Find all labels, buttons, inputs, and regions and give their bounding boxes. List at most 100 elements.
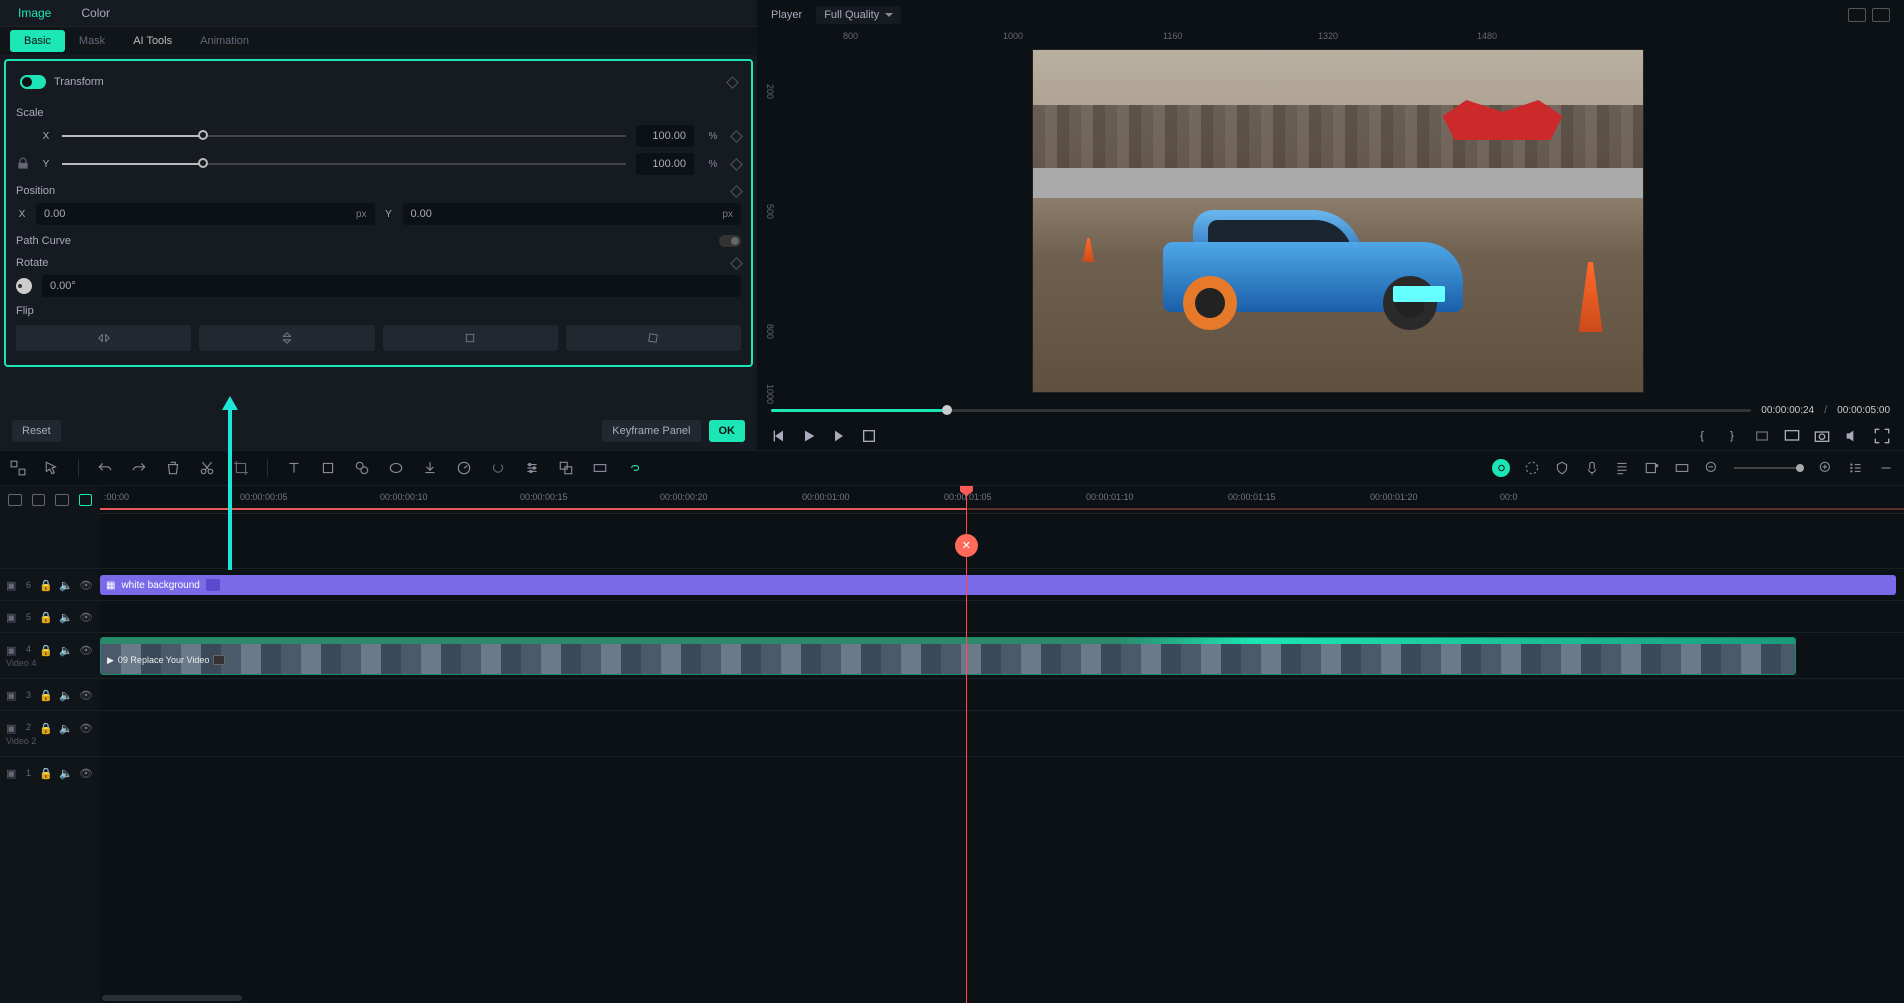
tl-head-btn-2[interactable]: [32, 494, 46, 506]
link-icon[interactable]: [354, 460, 370, 476]
scale-y-value[interactable]: 100.00: [636, 153, 694, 175]
position-keyframe-icon[interactable]: [730, 185, 743, 198]
track-head-5[interactable]: ▣5 🔒🔈👁: [0, 600, 100, 632]
list-icon[interactable]: [1848, 460, 1864, 476]
compare-view-icon[interactable]: [1848, 8, 1866, 22]
volume-icon[interactable]: [1844, 428, 1860, 444]
pathcurve-toggle[interactable]: [719, 235, 741, 247]
transform-toggle[interactable]: [20, 75, 46, 89]
speed-icon[interactable]: [456, 460, 472, 476]
play-button[interactable]: [801, 428, 817, 444]
quality-dropdown[interactable]: Full Quality: [816, 6, 901, 24]
eye-icon[interactable]: 👁: [79, 579, 91, 591]
scale-y-keyframe-icon[interactable]: [730, 158, 743, 171]
track-6[interactable]: ▦ white background: [100, 568, 1904, 600]
preview-canvas[interactable]: [777, 44, 1898, 398]
transform-keyframe-icon[interactable]: [726, 76, 739, 89]
rotate-input[interactable]: 0.00°: [42, 275, 741, 297]
reset-button[interactable]: Reset: [12, 420, 61, 442]
mic-icon[interactable]: [1584, 460, 1600, 476]
clip-white-background[interactable]: ▦ white background: [100, 575, 1896, 595]
select-tool-icon[interactable]: [10, 460, 26, 476]
marker-icon[interactable]: [1674, 460, 1690, 476]
timeline-ruler[interactable]: :00:00 00:00:00:05 00:00:00:10 00:00:00:…: [100, 486, 1904, 514]
reverse-icon[interactable]: [490, 460, 506, 476]
pos-x-input[interactable]: 0.00 px: [36, 203, 375, 225]
tab-image[interactable]: Image: [18, 6, 51, 20]
delete-icon[interactable]: [165, 460, 181, 476]
loop-icon[interactable]: [1754, 428, 1770, 444]
player-progress[interactable]: [771, 409, 1751, 412]
record-icon[interactable]: [1644, 460, 1660, 476]
subtab-animation[interactable]: Animation: [186, 27, 263, 55]
mute-icon[interactable]: 🔈: [59, 579, 71, 591]
flip-vertical-button[interactable]: [199, 325, 374, 351]
track-2[interactable]: [100, 710, 1904, 756]
pointer-tool-icon[interactable]: [44, 460, 60, 476]
subtab-basic[interactable]: Basic: [10, 30, 65, 52]
flip-rotate-ccw-button[interactable]: [566, 325, 741, 351]
track-1[interactable]: [100, 756, 1904, 788]
chain-icon[interactable]: [626, 460, 642, 476]
redo-icon[interactable]: [131, 460, 147, 476]
lock-icon[interactable]: [16, 157, 30, 171]
scale-x-slider[interactable]: [62, 135, 626, 137]
zoom-out-icon[interactable]: [1704, 460, 1720, 476]
mark-out-button[interactable]: }: [1724, 428, 1740, 444]
flip-rotate-cw-button[interactable]: [383, 325, 558, 351]
track-head-4[interactable]: ▣4🔒🔈👁 Video 4: [0, 632, 100, 678]
crop-icon[interactable]: [233, 460, 249, 476]
compound-icon[interactable]: [592, 460, 608, 476]
track-4[interactable]: ▶ 09 Replace Your Video: [100, 632, 1904, 678]
text-icon[interactable]: [286, 460, 302, 476]
cut-badge[interactable]: ✕: [955, 534, 978, 557]
timeline-tracks[interactable]: :00:00 00:00:00:05 00:00:00:10 00:00:00:…: [100, 486, 1904, 1003]
prev-frame-button[interactable]: [771, 428, 787, 444]
track-head-6[interactable]: ▣6 🔒 🔈 👁: [0, 568, 100, 600]
keyframe-panel-button[interactable]: Keyframe Panel: [602, 420, 700, 442]
track-3[interactable]: [100, 678, 1904, 710]
track-5[interactable]: [100, 600, 1904, 632]
track-head-3[interactable]: ▣3 🔒🔈👁: [0, 678, 100, 710]
adjust-icon[interactable]: [524, 460, 540, 476]
snapshot-icon[interactable]: [1814, 428, 1830, 444]
mask-icon[interactable]: [388, 460, 404, 476]
ok-button[interactable]: OK: [709, 420, 746, 442]
camera-icon[interactable]: ▣: [6, 579, 18, 591]
fullscreen-icon[interactable]: [1874, 428, 1890, 444]
track-head-1[interactable]: ▣1 🔒🔈👁: [0, 756, 100, 788]
stop-button[interactable]: [861, 428, 877, 444]
next-frame-button[interactable]: [831, 428, 847, 444]
shield-icon[interactable]: [1554, 460, 1570, 476]
rotate-dial[interactable]: [16, 278, 32, 294]
tl-head-btn-1[interactable]: [8, 494, 22, 506]
pos-y-input[interactable]: 0.00 px: [403, 203, 742, 225]
display-icon[interactable]: [1784, 428, 1800, 444]
flip-horizontal-button[interactable]: [16, 325, 191, 351]
shape-icon[interactable]: [320, 460, 336, 476]
timeline-scrollbar[interactable]: [100, 995, 1904, 1001]
zoom-in-icon[interactable]: [1818, 460, 1834, 476]
subtab-aitools[interactable]: AI Tools: [119, 27, 186, 55]
subtab-mask[interactable]: Mask: [65, 27, 119, 55]
enhance-icon[interactable]: [1524, 460, 1540, 476]
cut-icon[interactable]: [199, 460, 215, 476]
scale-y-slider[interactable]: [62, 163, 626, 165]
eye-active-icon[interactable]: [1492, 459, 1510, 477]
playhead[interactable]: ✕: [966, 486, 967, 1003]
settings-icon[interactable]: [1878, 460, 1894, 476]
rotate-keyframe-icon[interactable]: [730, 257, 743, 270]
download-icon[interactable]: [422, 460, 438, 476]
tab-color[interactable]: Color: [81, 6, 110, 20]
preview-mode-icon[interactable]: [1872, 8, 1890, 22]
scale-x-keyframe-icon[interactable]: [730, 130, 743, 143]
tl-head-btn-4[interactable]: [79, 494, 93, 506]
scale-x-value[interactable]: 100.00: [636, 125, 694, 147]
tl-head-btn-3[interactable]: [55, 494, 69, 506]
audio-mix-icon[interactable]: [1614, 460, 1630, 476]
group-icon[interactable]: [558, 460, 574, 476]
track-head-2[interactable]: ▣2🔒🔈👁 Video 2: [0, 710, 100, 756]
lock-icon[interactable]: 🔒: [39, 579, 51, 591]
clip-replace-video[interactable]: ▶ 09 Replace Your Video: [100, 637, 1796, 675]
undo-icon[interactable]: [97, 460, 113, 476]
